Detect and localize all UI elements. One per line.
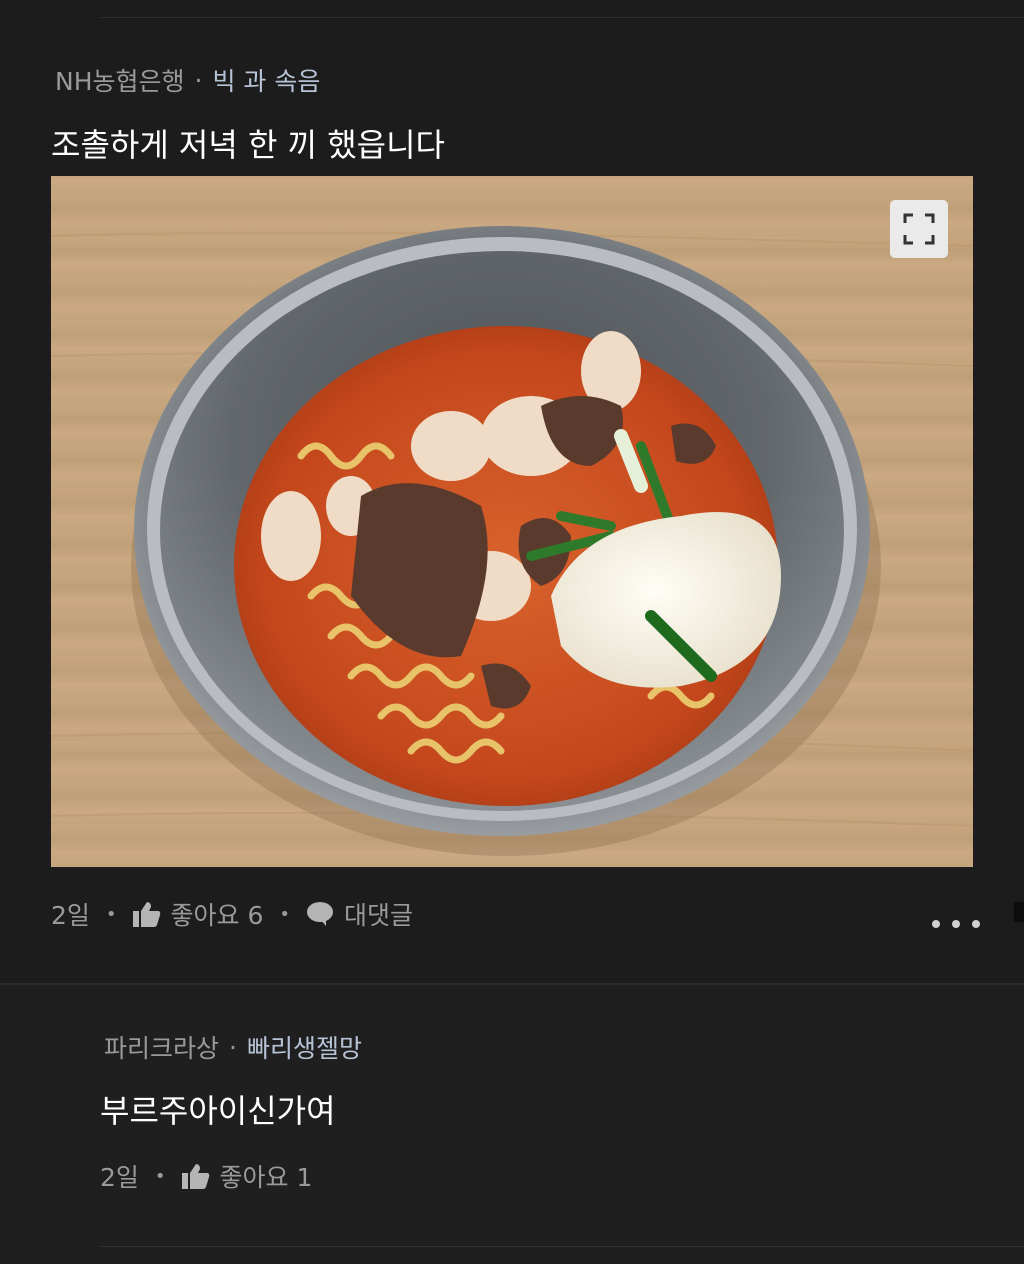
scroll-indicator [1014,902,1024,922]
reply-actions: 2일 • 좋아요 1 [100,1158,312,1194]
post-photo[interactable] [51,176,973,867]
thumbs-up-icon [181,1164,209,1189]
ramen-bowl-illustration [51,226,973,856]
post-actions: 2일 • 좋아요 6 • 대댓글 [51,896,413,932]
like-button[interactable]: 좋아요 6 [132,896,264,932]
more-options-button[interactable] [932,912,980,936]
post-title: 조촐하게 저녁 한 끼 했읍니다 [51,126,445,164]
dot-separator: • [154,1165,166,1187]
post-author-title: 빅 과 속음 [212,67,321,96]
post-author[interactable]: NH농협은행 [55,62,185,98]
reply-like-button[interactable]: 좋아요 1 [181,1158,313,1194]
dot-separator: • [279,903,291,925]
meta-separator: · [194,65,203,95]
speech-bubble-icon [307,902,334,926]
thumbs-up-icon [132,902,160,927]
reply-author[interactable]: 파리크라상 [104,1029,219,1065]
post-meta: NH농협은행 · 빅 과 속음 [55,62,320,98]
reply-age: 2일 [100,1163,139,1192]
reply-text: 부르주아이신가여 [100,1092,336,1130]
like-count-label: 좋아요 6 [170,901,264,930]
expand-icon [903,213,935,245]
expand-image-button[interactable] [890,200,948,258]
reply-button[interactable]: 대댓글 [306,896,413,932]
meta-separator: · [229,1032,237,1062]
more-dots-icon [932,920,940,928]
bottom-divider [100,1246,1024,1247]
reply-like-count-label: 좋아요 1 [219,1163,313,1192]
dot-separator: • [105,903,117,925]
reply-label: 대댓글 [344,901,414,930]
reply-meta: 파리크라상 · 빠리생젤망 [104,1029,362,1065]
post-age: 2일 [51,901,90,930]
reply-author-title: 빠리생젤망 [246,1034,362,1063]
